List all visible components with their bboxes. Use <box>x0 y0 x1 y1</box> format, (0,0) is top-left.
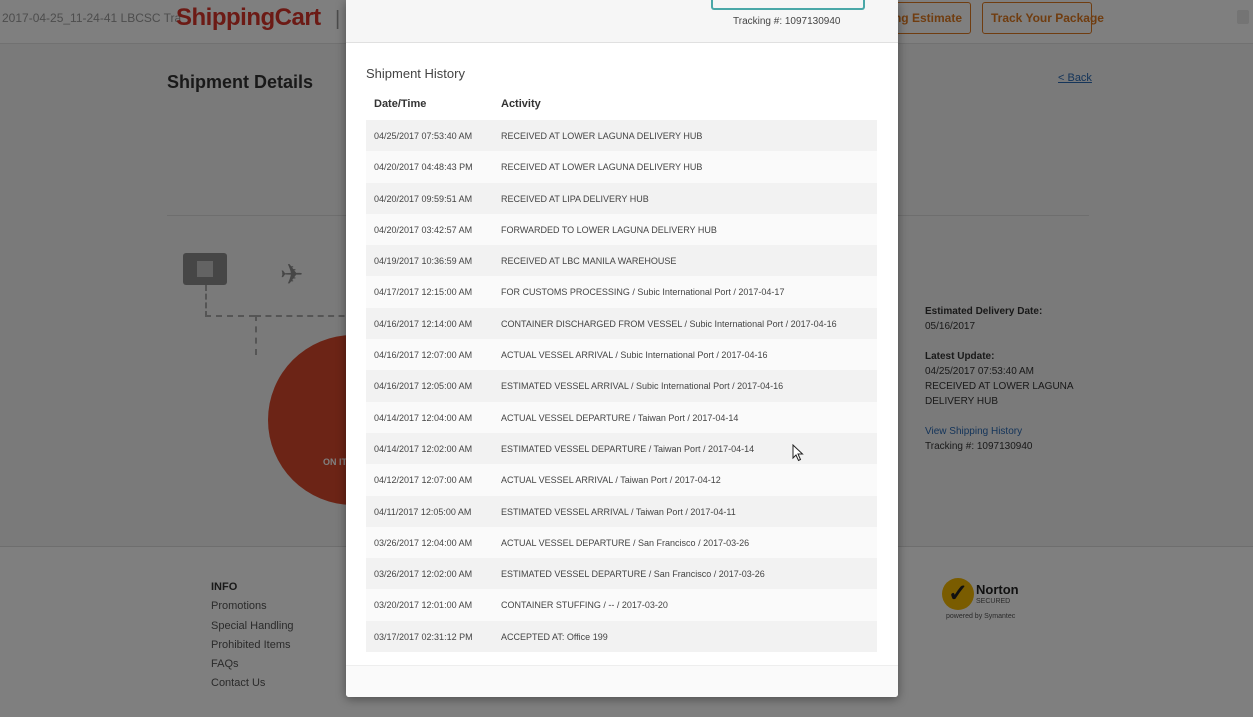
row-datetime: 04/14/2017 12:02:00 AM <box>374 443 473 454</box>
row-datetime: 03/20/2017 12:01:00 AM <box>374 600 473 611</box>
column-header-datetime: Date/Time <box>374 98 427 110</box>
table-row: 04/12/2017 12:07:00 AM ACTUAL VESSEL ARRI… <box>366 464 877 496</box>
row-activity: RECEIVED AT LBC MANILA WAREHOUSE <box>501 256 677 267</box>
row-datetime: 04/12/2017 12:07:00 AM <box>374 475 473 486</box>
row-datetime: 04/16/2017 12:14:00 AM <box>374 318 473 329</box>
row-datetime: 04/17/2017 12:15:00 AM <box>374 287 473 298</box>
table-row: 04/20/2017 03:42:57 AM FORWARDED TO LOWER… <box>366 213 877 246</box>
table-row: 03/17/2017 02:31:12 PM ACCEPTED AT: Offic… <box>366 620 877 653</box>
row-activity: ESTIMATED VESSEL ARRIVAL / Taiwan Port /… <box>501 506 736 517</box>
row-datetime: 04/14/2017 12:04:00 AM <box>374 412 473 423</box>
table-row: 04/25/2017 07:53:40 AM RECEIVED AT LOWER … <box>366 120 877 152</box>
modal-header: Tracking #: 1097130940 <box>346 0 898 43</box>
table-row: 04/20/2017 09:59:51 AM RECEIVED AT LIPA D… <box>366 182 877 214</box>
shipment-history-title: Shipment History <box>366 66 465 81</box>
row-activity: ACTUAL VESSEL ARRIVAL / Taiwan Port / 20… <box>501 475 721 486</box>
row-activity: CONTAINER DISCHARGED FROM VESSEL / Subic… <box>501 318 837 329</box>
row-datetime: 04/11/2017 12:05:00 AM <box>374 506 472 517</box>
row-activity: RECEIVED AT LOWER LAGUNA DELIVERY HUB <box>501 162 703 173</box>
row-activity: ACCEPTED AT: Office 199 <box>501 631 608 642</box>
row-datetime: 04/19/2017 10:36:59 AM <box>374 256 473 267</box>
row-datetime: 04/20/2017 03:42:57 AM <box>374 224 473 235</box>
shipment-history-modal: Tracking #: 1097130940 Shipment History … <box>346 0 898 697</box>
table-row: 04/17/2017 12:15:00 AM FOR CUSTOMS PROCES… <box>366 276 877 308</box>
modal-top-button[interactable] <box>711 0 865 10</box>
modal-tracking-number: Tracking #: 1097130940 <box>733 16 841 27</box>
history-table-header: Date/Time Activity <box>366 96 877 116</box>
column-header-activity: Activity <box>501 98 541 110</box>
row-datetime: 04/16/2017 12:05:00 AM <box>374 381 473 392</box>
row-activity: ESTIMATED VESSEL ARRIVAL / Subic Interna… <box>501 381 784 392</box>
table-row: 04/11/2017 12:05:00 AM ESTIMATED VESSEL A… <box>366 495 877 527</box>
row-activity: RECEIVED AT LOWER LAGUNA DELIVERY HUB <box>501 131 703 141</box>
row-datetime: 04/16/2017 12:07:00 AM <box>374 350 473 361</box>
row-activity: ACTUAL VESSEL DEPARTURE / Taiwan Port / … <box>501 412 739 423</box>
table-row: 03/20/2017 12:01:00 AM CONTAINER STUFFING… <box>366 589 877 621</box>
row-activity: ACTUAL VESSEL ARRIVAL / Subic Internatio… <box>501 350 768 361</box>
table-row: 04/16/2017 12:14:00 AM CONTAINER DISCHARG… <box>366 307 877 340</box>
table-row: 03/26/2017 12:02:00 AM ESTIMATED VESSEL D… <box>366 558 877 590</box>
row-activity: CONTAINER STUFFING / -- / 2017-03-20 <box>501 600 668 611</box>
row-activity: ESTIMATED VESSEL DEPARTURE / San Francis… <box>501 569 765 580</box>
row-activity: RECEIVED AT LIPA DELIVERY HUB <box>501 193 649 204</box>
row-datetime: 03/26/2017 12:04:00 AM <box>374 537 473 548</box>
row-datetime: 04/25/2017 07:53:40 AM <box>374 131 473 141</box>
table-row: 04/19/2017 10:36:59 AM RECEIVED AT LBC MA… <box>366 245 877 277</box>
table-row: 04/16/2017 12:07:00 AM ACTUAL VESSEL ARRI… <box>366 339 877 371</box>
row-activity: ACTUAL VESSEL DEPARTURE / San Francisco … <box>501 537 750 548</box>
row-activity: FORWARDED TO LOWER LAGUNA DELIVERY HUB <box>501 224 717 235</box>
table-row: 04/14/2017 12:04:00 AM ACTUAL VESSEL DEPA… <box>366 401 877 433</box>
modal-footer <box>346 665 898 697</box>
table-row: 04/20/2017 04:48:43 PM RECEIVED AT LOWER … <box>366 151 877 183</box>
table-row: 04/16/2017 12:05:00 AM ESTIMATED VESSEL A… <box>366 370 877 402</box>
history-table-body: 04/25/2017 07:53:40 AM RECEIVED AT LOWER … <box>366 120 877 653</box>
row-datetime: 03/26/2017 12:02:00 AM <box>374 569 473 580</box>
row-datetime: 04/20/2017 09:59:51 AM <box>374 193 473 204</box>
table-row: 03/26/2017 12:04:00 AM ACTUAL VESSEL DEPA… <box>366 526 877 559</box>
row-activity: ESTIMATED VESSEL DEPARTURE / Taiwan Port… <box>501 443 755 454</box>
row-activity: FOR CUSTOMS PROCESSING / Subic Internati… <box>501 287 785 298</box>
row-datetime: 04/20/2017 04:48:43 PM <box>374 162 473 173</box>
row-datetime: 03/17/2017 02:31:12 PM <box>374 631 473 642</box>
